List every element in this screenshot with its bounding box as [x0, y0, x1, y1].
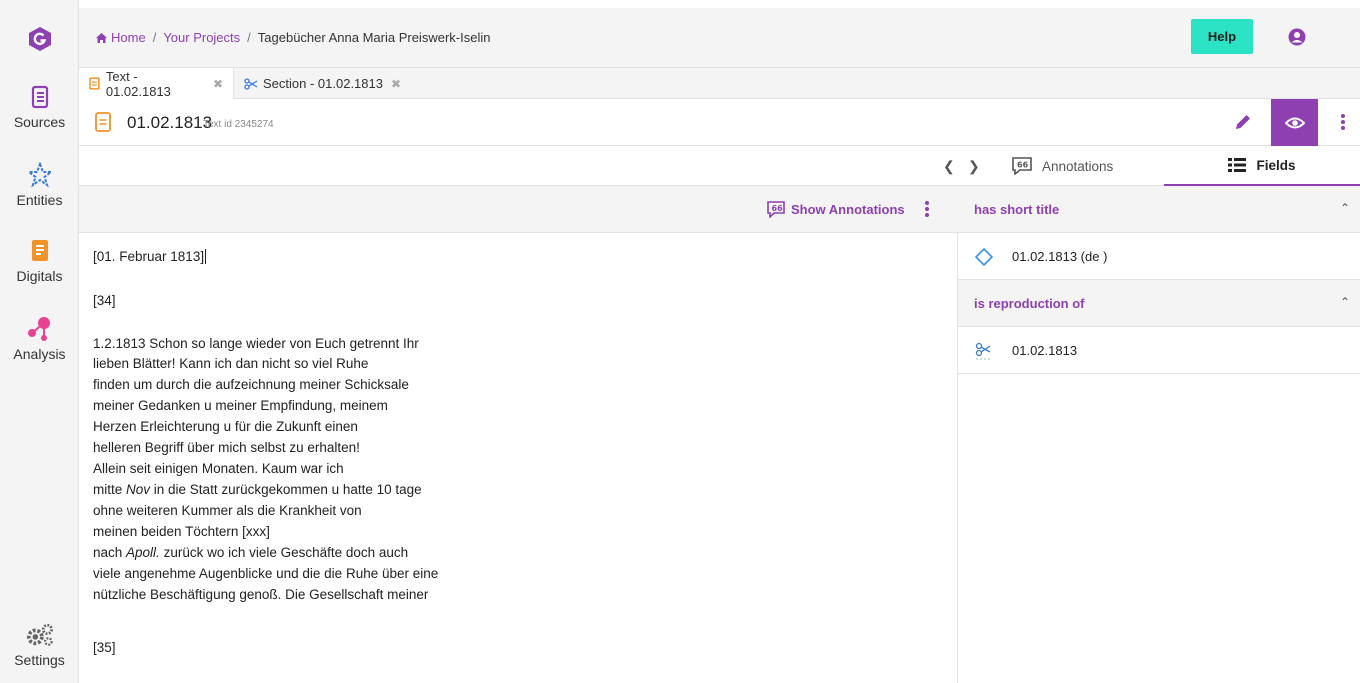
text-document-icon — [89, 77, 100, 90]
chevron-up-icon[interactable]: ⌃ — [1340, 295, 1350, 309]
tab-label: Section - 01.02.1813 — [263, 76, 383, 91]
sidebar-item-label: Settings — [14, 652, 65, 668]
text-line: ohne weiteren Kummer als die Krankheit v… — [93, 503, 362, 518]
document-title: 01.02.1813 — [127, 113, 213, 132]
text-line: [35] — [93, 640, 116, 655]
text-line: finden um durch die aufzeichnung meiner … — [93, 377, 409, 392]
text-line: helleren Begriff über mich selbst zu erh… — [93, 440, 360, 455]
text-editor[interactable]: [01. Februar 1813] [34] 1.2.1813 Schon s… — [79, 233, 958, 683]
list-icon — [1228, 158, 1247, 172]
chevron-up-icon[interactable]: ⌃ — [1340, 201, 1350, 215]
text-line: 1.2.1813 Schon so lange wieder von Euch … — [93, 336, 419, 351]
text-line: [34] — [93, 293, 116, 308]
scroll-icon — [31, 85, 48, 109]
text-line: [01. Februar 1813] — [93, 249, 207, 264]
svg-text:66: 66 — [1017, 161, 1029, 170]
quote-bubble-icon: 66 — [767, 201, 785, 218]
top-bar: Home / Your Projects / Tagebücher Anna M… — [79, 8, 1360, 68]
breadcrumb-current: Tagebücher Anna Maria Preiswerk-Iselin — [257, 30, 491, 45]
sidebar-item-label: Analysis — [13, 346, 66, 362]
breadcrumb-separator: / — [247, 30, 251, 45]
sidebar-item-label: Entities — [16, 192, 63, 208]
document-id: Text id 2345274 — [203, 119, 274, 130]
document-icon — [31, 240, 48, 261]
sidebar-item-label: Sources — [13, 114, 66, 130]
user-account-icon[interactable] — [1288, 28, 1306, 46]
right-panel-tabs: ❯ 66 Annotations Fields — [958, 146, 1360, 186]
field-section-has-short-title[interactable]: has short title ⌃ — [958, 186, 1360, 233]
tab-fields[interactable]: Fields — [1164, 146, 1360, 186]
sidebar-item-analysis[interactable]: Analysis — [0, 316, 79, 362]
text-toolbar: 66 Show Annotations — [79, 186, 958, 233]
app-logo-icon[interactable] — [28, 26, 52, 52]
chevron-right-icon[interactable]: ❯ — [968, 158, 980, 175]
breadcrumb-separator: / — [152, 30, 157, 45]
breadcrumb-home-link[interactable]: Home — [111, 30, 146, 45]
document-tabs: Text - 01.02.1813 ✖ Section - 01.02.1813… — [79, 68, 1360, 99]
tab-text[interactable]: Text - 01.02.1813 ✖ — [79, 68, 234, 99]
text-line: nützliche Beschäftigung genoß. Die Gesel… — [93, 587, 429, 602]
more-options-icon[interactable] — [925, 201, 929, 217]
breadcrumb: Home / Your Projects / Tagebücher Anna M… — [95, 30, 490, 45]
field-section-is-reproduction-of[interactable]: is reproduction of ⌃ — [958, 280, 1360, 327]
field-value-reproduction[interactable]: 01.02.1813 — [958, 327, 1360, 374]
show-annotations-label: Show Annotations — [791, 202, 905, 217]
text-line: nach Apoll. zurück wo ich viele Geschäft… — [93, 545, 409, 560]
pencil-icon[interactable] — [1234, 113, 1252, 131]
text-line: meiner Gedanken u meiner Empfindung, mei… — [93, 398, 388, 413]
tab-label: Text - 01.02.1813 — [105, 68, 171, 99]
text-line: Allein seit einigen Monaten. Kaum war ic… — [93, 461, 344, 476]
star-icon — [26, 162, 53, 188]
eye-icon — [1284, 117, 1305, 128]
tab-annotations[interactable]: 66 Annotations — [1012, 146, 1162, 186]
scissors-icon — [975, 342, 992, 360]
text-line: viele angenehme Augenblicke und die die … — [93, 566, 439, 581]
more-options-icon[interactable] — [1341, 113, 1345, 131]
field-name: has short title — [974, 202, 1060, 217]
sidebar-item-entities[interactable]: Entities — [0, 162, 79, 208]
view-mode-button[interactable] — [1271, 99, 1318, 146]
field-value-text: 01.02.1813 — [1012, 343, 1078, 358]
tab-label: Fields — [1256, 157, 1296, 173]
field-name: is reproduction of — [974, 296, 1085, 311]
quote-bubble-icon: 66 — [1012, 157, 1032, 175]
help-button[interactable]: Help — [1191, 19, 1253, 54]
text-line: Herzen Erleichterung u für die Zukunft e… — [93, 419, 358, 434]
breadcrumb-projects-link[interactable]: Your Projects — [163, 30, 240, 45]
sidebar-item-label: Digitals — [16, 268, 63, 284]
field-value-text: 01.02.1813 (de ) — [1012, 249, 1108, 264]
text-line: mitte Nov in die Statt zurückgekommen u … — [93, 482, 422, 497]
sidebar-item-settings[interactable]: Settings — [0, 622, 79, 668]
document-header: 01.02.1813 Text id 2345274 — [79, 99, 1360, 146]
diamond-icon — [974, 247, 994, 267]
chevron-left-icon[interactable]: ❮ — [943, 158, 955, 175]
close-icon[interactable]: ✖ — [391, 77, 401, 91]
tab-label: Annotations — [1042, 158, 1114, 174]
sidebar: Sources Entities Digitals Analysis Setti… — [0, 0, 79, 683]
close-icon[interactable]: ✖ — [213, 77, 223, 91]
tab-section[interactable]: Section - 01.02.1813 ✖ — [234, 68, 411, 99]
text-line: lieben Blätter! Kann ich dan nicht so vi… — [93, 356, 369, 371]
network-icon — [27, 317, 50, 341]
scissors-icon — [244, 77, 258, 90]
home-icon — [96, 32, 107, 43]
text-panel-header: ❮ — [79, 146, 958, 186]
sidebar-item-digitals[interactable]: Digitals — [0, 238, 79, 284]
gears-icon — [26, 623, 53, 646]
text-line: meinen beiden Töchtern [xxx] — [93, 524, 270, 539]
sidebar-item-sources[interactable]: Sources — [0, 84, 79, 130]
field-value-short-title[interactable]: 01.02.1813 (de ) — [958, 233, 1360, 280]
svg-text:66: 66 — [772, 204, 784, 213]
show-annotations-button[interactable]: 66 Show Annotations — [767, 201, 905, 218]
text-document-icon — [95, 112, 111, 132]
